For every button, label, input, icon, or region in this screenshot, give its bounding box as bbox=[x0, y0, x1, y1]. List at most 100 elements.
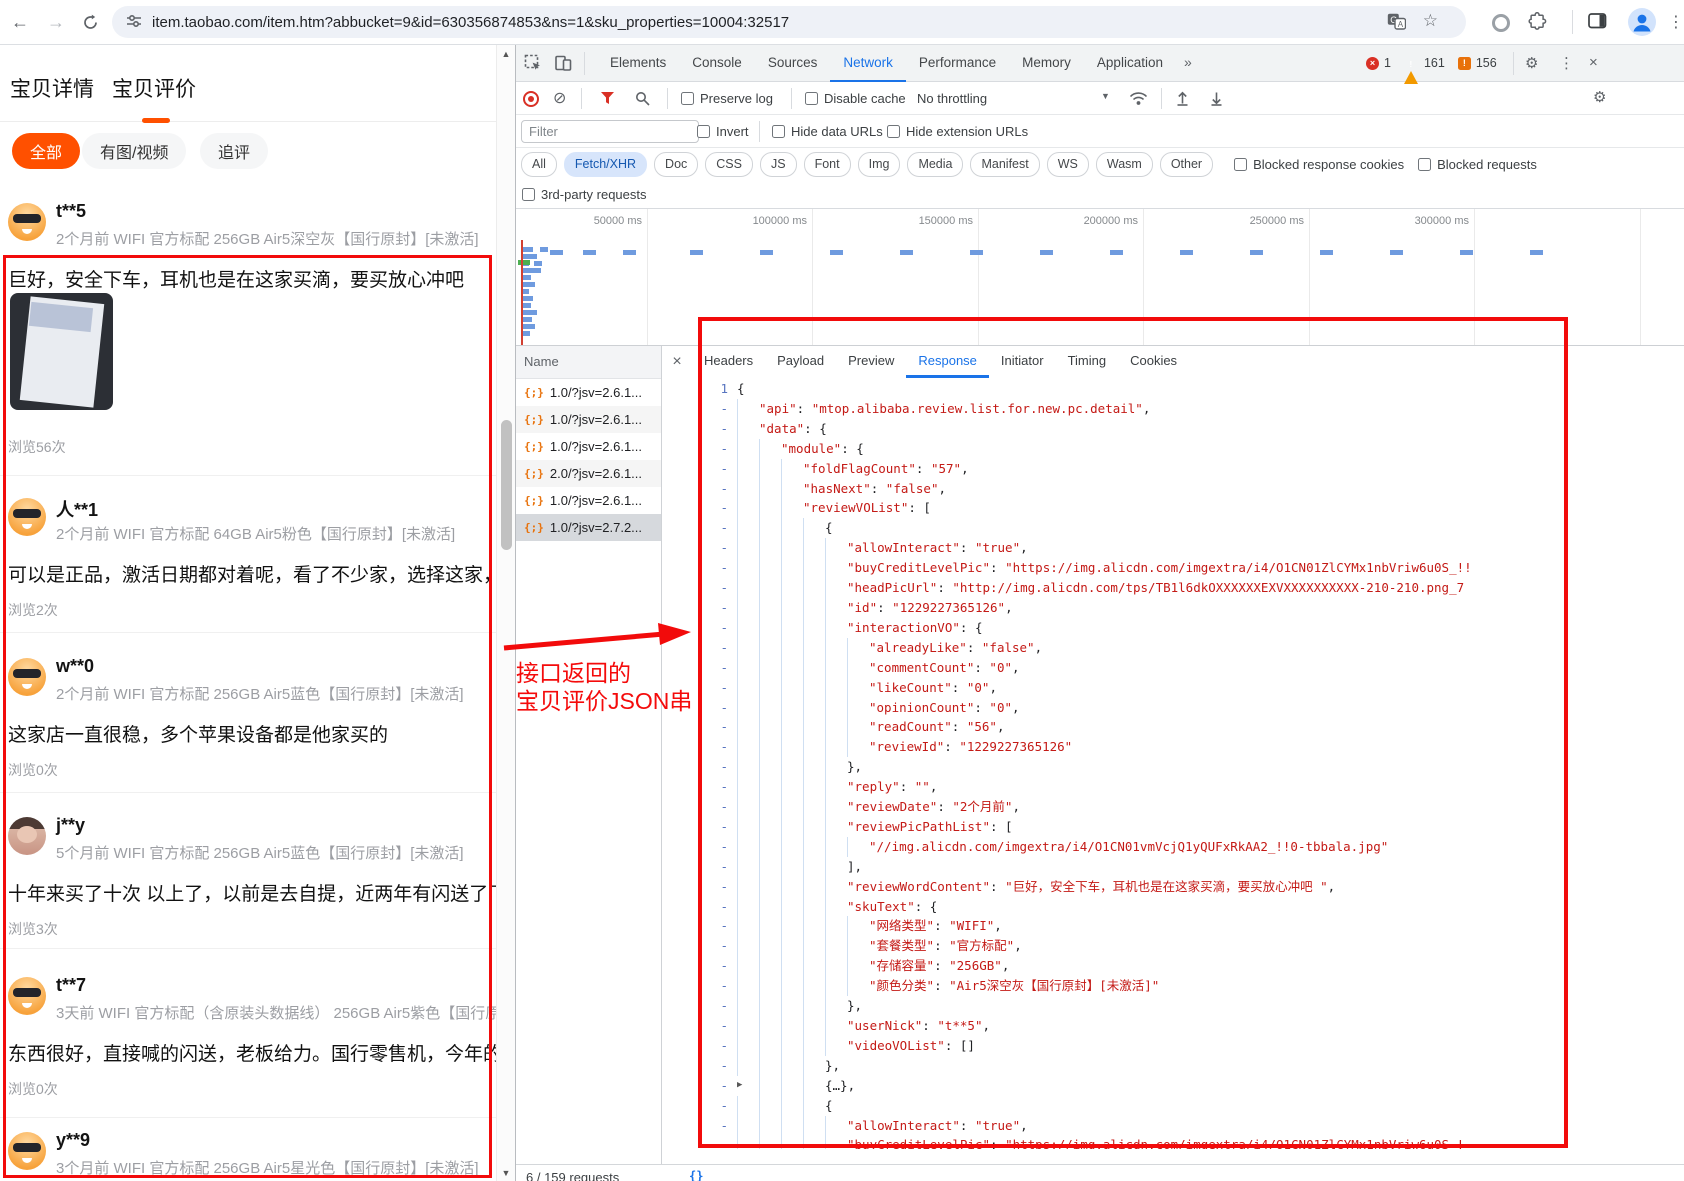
blocked-requests-checkbox[interactable] bbox=[1418, 158, 1431, 171]
devtools-tab-console[interactable]: Console bbox=[679, 45, 755, 82]
import-har-icon[interactable] bbox=[1175, 90, 1190, 109]
detail-tab-response[interactable]: Response bbox=[906, 346, 989, 378]
devtools-menu-icon[interactable]: ⋮ bbox=[1559, 54, 1574, 72]
request-name[interactable]: 1.0/?jsv=2.6.1... bbox=[550, 412, 642, 427]
invert-label[interactable]: Invert bbox=[716, 124, 749, 139]
line-gutter[interactable]: - bbox=[701, 797, 737, 817]
more-tabs-icon[interactable]: » bbox=[1176, 45, 1198, 82]
hide-extension-urls-label[interactable]: Hide extension URLs bbox=[906, 124, 1028, 139]
fold-arrow-icon[interactable]: ▶ bbox=[737, 1076, 759, 1096]
preserve-log-checkbox[interactable] bbox=[681, 92, 694, 105]
record-icon[interactable] bbox=[523, 91, 539, 107]
devtools-tab-network[interactable]: Network bbox=[830, 45, 906, 82]
disable-cache-label[interactable]: Disable cache bbox=[824, 91, 906, 106]
hide-data-urls-checkbox[interactable] bbox=[772, 125, 785, 138]
blocked-requests-label[interactable]: Blocked requests bbox=[1437, 157, 1537, 172]
format-json-button[interactable]: {} bbox=[689, 1169, 703, 1181]
throttling-dropdown-icon[interactable]: ▼ bbox=[1101, 91, 1110, 101]
line-gutter[interactable]: - bbox=[701, 419, 737, 439]
hide-extension-urls-checkbox[interactable] bbox=[887, 125, 900, 138]
line-gutter[interactable]: - bbox=[701, 1135, 737, 1149]
type-chip-css[interactable]: CSS bbox=[705, 152, 753, 177]
request-row[interactable]: {;}1.0/?jsv=2.6.1... bbox=[516, 487, 661, 514]
line-gutter[interactable]: - bbox=[701, 518, 737, 538]
page-scrollbar[interactable]: ▲ ▼ bbox=[496, 45, 515, 1181]
scroll-up-icon[interactable]: ▲ bbox=[497, 49, 515, 59]
invert-checkbox[interactable] bbox=[697, 125, 710, 138]
type-chip-all[interactable]: All bbox=[521, 152, 557, 177]
forward-icon[interactable]: → bbox=[42, 8, 70, 36]
third-party-label[interactable]: 3rd-party requests bbox=[541, 187, 647, 202]
filter-funnel-icon[interactable] bbox=[601, 92, 614, 107]
extension-ring-icon[interactable] bbox=[1492, 14, 1510, 32]
line-gutter[interactable]: - bbox=[701, 837, 737, 857]
filter-chip-all[interactable]: 全部 bbox=[12, 133, 80, 169]
hide-data-urls-label[interactable]: Hide data URLs bbox=[791, 124, 883, 139]
warning-badge-icon[interactable]: ! bbox=[1404, 57, 1419, 70]
network-settings-gear-icon[interactable]: ⚙ bbox=[1593, 88, 1606, 106]
devtools-tab-memory[interactable]: Memory bbox=[1009, 45, 1084, 82]
review-photo[interactable] bbox=[10, 293, 113, 410]
line-gutter[interactable]: - bbox=[701, 857, 737, 877]
line-gutter[interactable]: - bbox=[701, 956, 737, 976]
type-chip-js[interactable]: JS bbox=[760, 152, 797, 177]
line-gutter[interactable]: - bbox=[701, 638, 737, 658]
line-gutter[interactable]: - bbox=[701, 1116, 737, 1136]
line-gutter[interactable]: - bbox=[701, 658, 737, 678]
detail-tab-headers[interactable]: Headers bbox=[692, 346, 765, 378]
site-info-icon[interactable] bbox=[126, 13, 142, 34]
devtools-close-icon[interactable]: × bbox=[1589, 54, 1598, 71]
translate-icon[interactable]: GA bbox=[1387, 13, 1406, 35]
url-text[interactable]: item.taobao.com/item.htm?abbucket=9&id=6… bbox=[152, 14, 789, 31]
line-gutter[interactable]: - bbox=[701, 757, 737, 777]
export-har-icon[interactable] bbox=[1209, 90, 1224, 109]
detail-tab-cookies[interactable]: Cookies bbox=[1118, 346, 1189, 378]
line-gutter[interactable]: - bbox=[701, 439, 737, 459]
side-panel-icon[interactable] bbox=[1588, 13, 1607, 34]
blocked-cookies-label[interactable]: Blocked response cookies bbox=[1253, 157, 1404, 172]
request-name[interactable]: 1.0/?jsv=2.6.1... bbox=[550, 439, 642, 454]
request-name[interactable]: 1.0/?jsv=2.7.2... bbox=[550, 520, 642, 535]
line-gutter[interactable]: - bbox=[701, 578, 737, 598]
detail-tab-payload[interactable]: Payload bbox=[765, 346, 836, 378]
request-row[interactable]: {;}2.0/?jsv=2.6.1... bbox=[516, 460, 661, 487]
line-gutter[interactable]: - bbox=[701, 777, 737, 797]
third-party-checkbox[interactable] bbox=[522, 188, 535, 201]
type-chip-other[interactable]: Other bbox=[1160, 152, 1213, 177]
line-gutter[interactable]: - bbox=[701, 1096, 737, 1116]
network-overview-timeline[interactable]: 50000 ms100000 ms150000 ms200000 ms25000… bbox=[516, 209, 1684, 346]
device-toolbar-icon[interactable] bbox=[554, 54, 572, 75]
line-gutter[interactable]: - bbox=[701, 817, 737, 837]
type-chip-manifest[interactable]: Manifest bbox=[970, 152, 1039, 177]
network-conditions-icon[interactable] bbox=[1129, 91, 1148, 109]
request-name[interactable]: 1.0/?jsv=2.6.1... bbox=[550, 493, 642, 508]
type-chip-fetchxhr[interactable]: Fetch/XHR bbox=[564, 152, 647, 177]
line-gutter[interactable]: - bbox=[701, 459, 737, 479]
line-gutter[interactable]: 1 bbox=[701, 379, 737, 399]
request-row[interactable]: {;}1.0/?jsv=2.6.1... bbox=[516, 433, 661, 460]
bookmark-star-icon[interactable]: ☆ bbox=[1423, 11, 1438, 31]
profile-avatar[interactable] bbox=[1628, 8, 1656, 41]
line-gutter[interactable]: - bbox=[701, 1076, 737, 1096]
detail-tab-initiator[interactable]: Initiator bbox=[989, 346, 1056, 378]
error-badge-icon[interactable]: × bbox=[1366, 57, 1379, 70]
line-gutter[interactable]: - bbox=[701, 479, 737, 499]
line-gutter[interactable]: - bbox=[701, 916, 737, 936]
detail-tab-timing[interactable]: Timing bbox=[1056, 346, 1119, 378]
type-chip-doc[interactable]: Doc bbox=[654, 152, 698, 177]
devtools-tab-sources[interactable]: Sources bbox=[755, 45, 831, 82]
scrollbar-thumb[interactable] bbox=[501, 420, 512, 550]
reload-icon[interactable] bbox=[76, 11, 104, 39]
line-gutter[interactable]: - bbox=[701, 996, 737, 1016]
line-gutter[interactable]: - bbox=[701, 558, 737, 578]
devtools-tab-elements[interactable]: Elements bbox=[597, 45, 679, 82]
filter-input[interactable] bbox=[521, 120, 699, 143]
line-gutter[interactable]: - bbox=[701, 678, 737, 698]
type-chip-font[interactable]: Font bbox=[804, 152, 851, 177]
response-json-view[interactable]: 1{-"api": "mtop.alibaba.review.list.for.… bbox=[701, 379, 1569, 1149]
line-gutter[interactable]: - bbox=[701, 498, 737, 518]
blocked-cookies-checkbox[interactable] bbox=[1234, 158, 1247, 171]
line-gutter[interactable]: - bbox=[701, 897, 737, 917]
issues-badge-icon[interactable]: ! bbox=[1458, 57, 1471, 70]
request-name[interactable]: 2.0/?jsv=2.6.1... bbox=[550, 466, 642, 481]
